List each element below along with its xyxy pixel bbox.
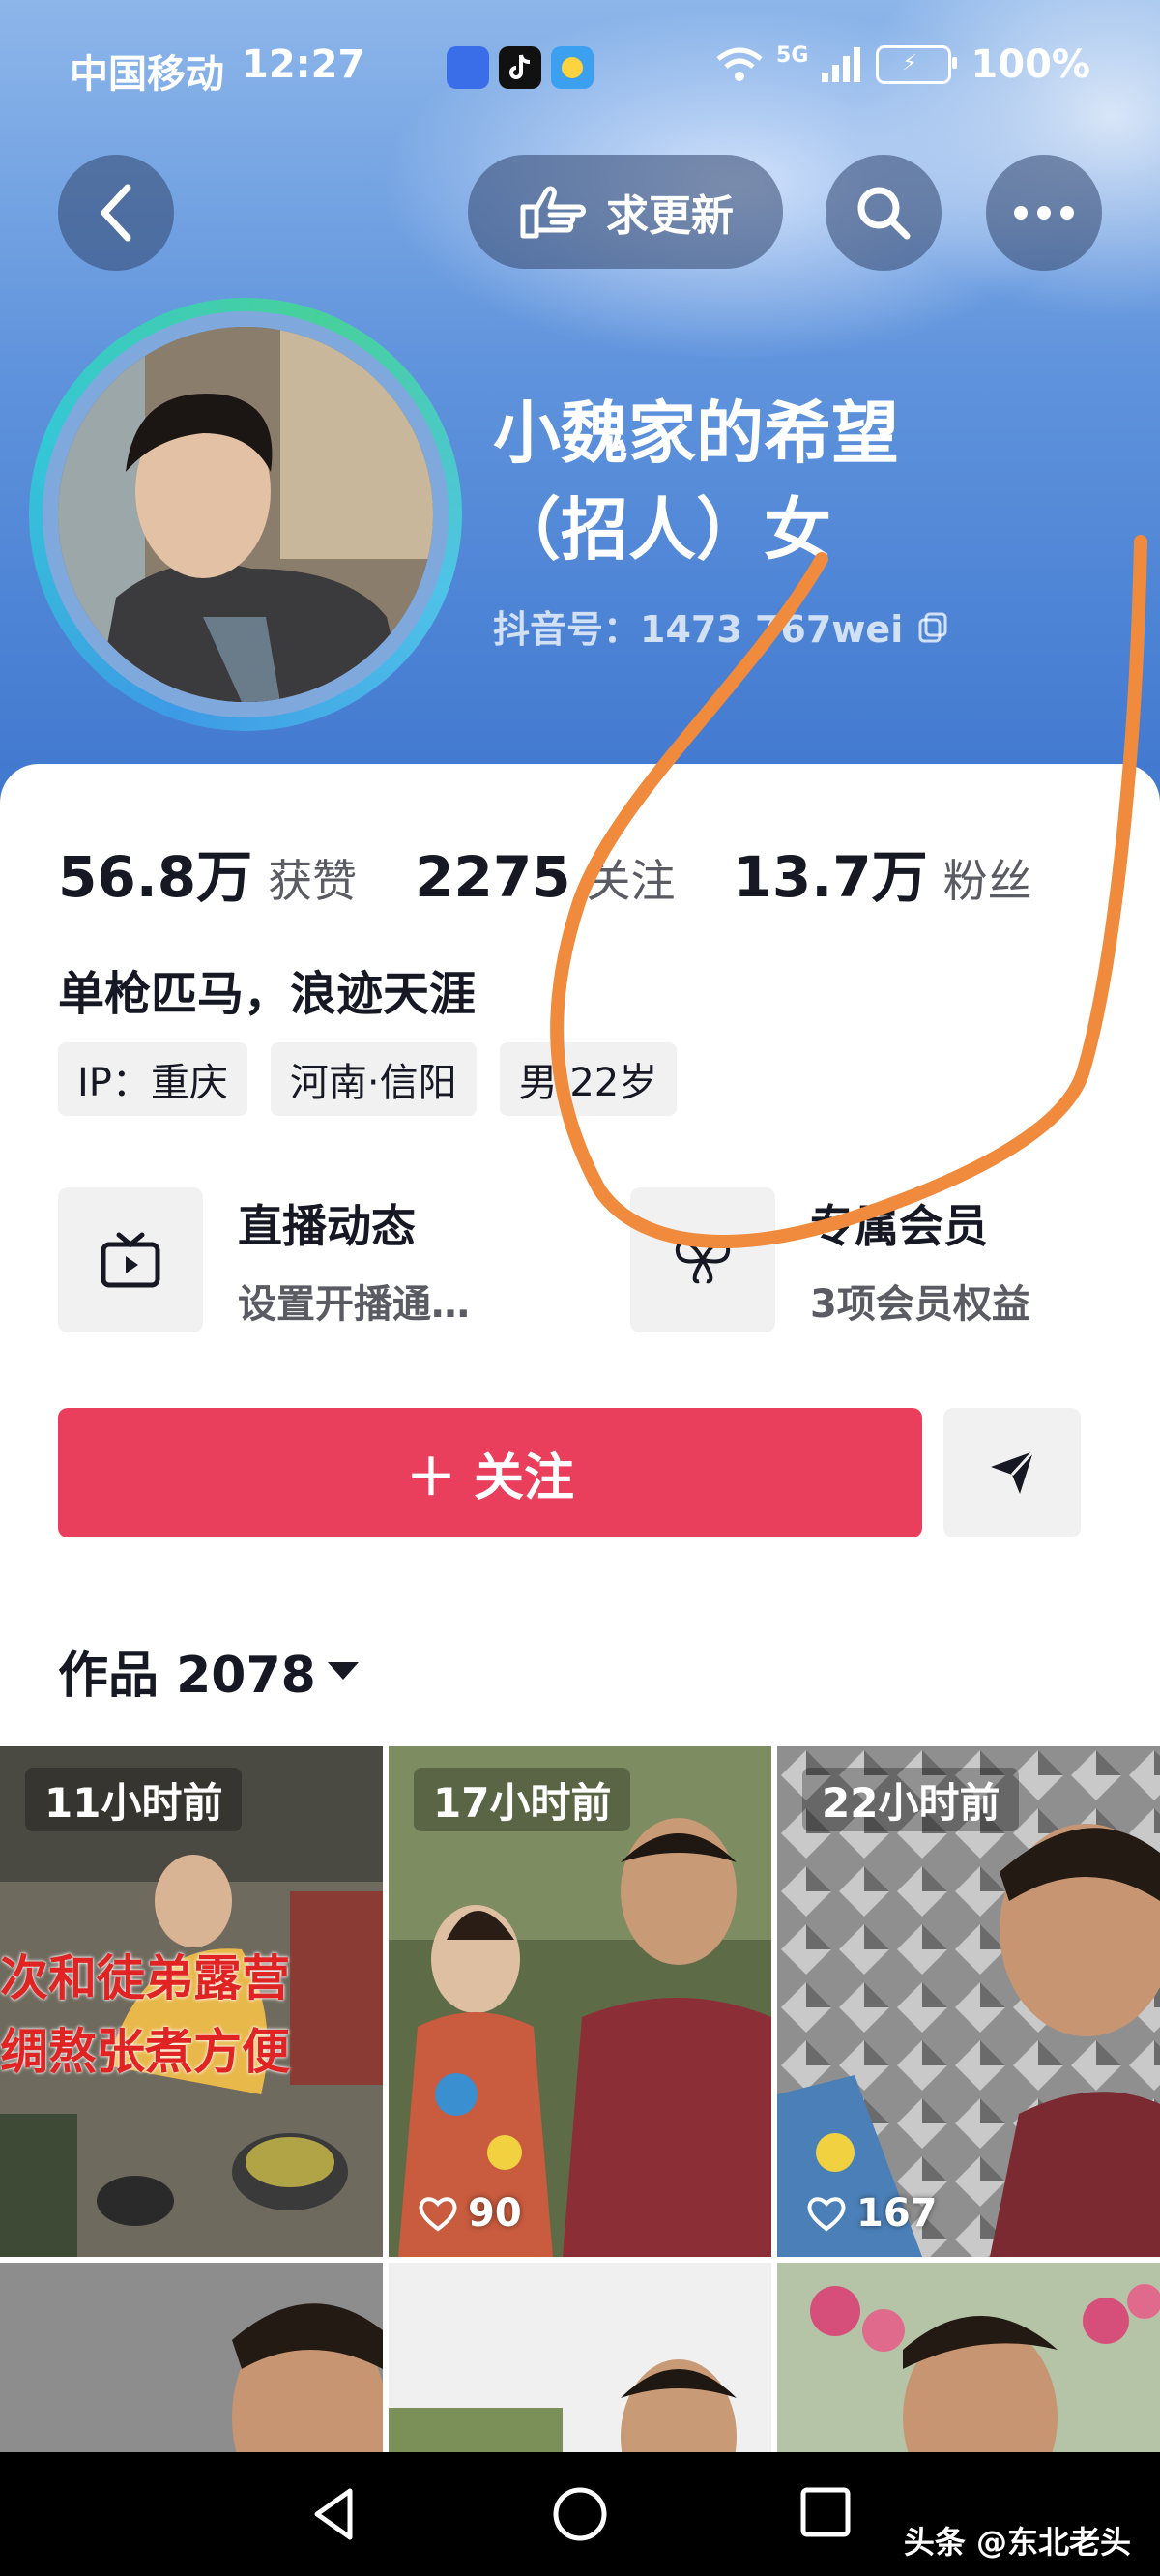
works-label: 作品 2078 — [58, 1647, 316, 1705]
more-icon — [1014, 206, 1074, 220]
video-caption-line2: 绸熬张煮方便 — [0, 2024, 290, 2080]
live-status-subtitle: 设置开播通… — [238, 1282, 470, 1327]
ip-tag: IP：重庆 — [58, 1042, 247, 1116]
pointing-hand-icon — [520, 186, 586, 239]
square-recents-icon[interactable] — [798, 2485, 853, 2539]
douyin-id-text: 抖音号：1473 767wei — [493, 608, 904, 651]
caret-down-icon — [327, 1661, 359, 1680]
video-timestamp: 17小时前 — [414, 1768, 631, 1831]
feature-cards: 直播动态 设置开播通… 专属会员 3项会员权益 — [58, 1187, 1160, 1332]
weather-icon — [551, 46, 594, 89]
video-thumb-1[interactable]: 次和徒弟露营 绸熬张煮方便 11小时前 — [0, 1746, 383, 2257]
follow-button[interactable]: ＋ 关注 — [58, 1408, 922, 1537]
video-thumb-2[interactable]: 17小时前 90 — [389, 1746, 771, 2257]
avatar-photo — [58, 327, 433, 702]
butterfly-icon — [630, 1187, 775, 1332]
request-update-button[interactable]: 求更新 — [468, 155, 783, 269]
status-right: 5G ⚡ 100% — [714, 43, 1090, 87]
video-thumbnail-image — [0, 2263, 383, 2452]
avatar[interactable] — [58, 327, 433, 702]
search-button[interactable] — [826, 155, 942, 271]
wifi-icon — [716, 47, 763, 81]
works-tab[interactable]: 作品 2078 — [58, 1634, 361, 1707]
live-status-title: 直播动态 — [238, 1200, 416, 1252]
video-likes-count: 167 — [856, 2191, 938, 2236]
video-thumb-3[interactable]: 22小时前 167 — [777, 1746, 1160, 2257]
stats-row: 56.8万 获赞 2275 关注 13.7万 粉丝 — [58, 832, 1090, 913]
video-thumb-4[interactable] — [0, 2263, 383, 2452]
chevron-left-icon — [101, 184, 131, 242]
followers-label: 粉丝 — [942, 855, 1032, 907]
following-count[interactable]: 2275 — [415, 844, 570, 910]
followers-count[interactable]: 13.7万 — [734, 832, 928, 913]
membership-title: 专属会员 — [810, 1200, 988, 1252]
request-update-label: 求更新 — [606, 191, 734, 241]
video-thumb-5[interactable] — [389, 2263, 771, 2452]
video-thumb-6[interactable] — [777, 2263, 1160, 2452]
circle-home-icon[interactable] — [551, 2485, 609, 2543]
carrier-label: 中国移动 — [70, 52, 224, 97]
app-market-icon — [447, 46, 489, 89]
douyin-id[interactable]: 抖音号：1473 767wei — [493, 600, 949, 653]
status-bar: 中国移动 12:27 5G ⚡ 100% — [70, 43, 1090, 97]
follow-label: ＋ 关注 — [405, 1449, 575, 1508]
likes-label: 获赞 — [268, 855, 358, 907]
bio: 单枪匹马，浪迹天涯 — [58, 967, 477, 1021]
network-label: 5G — [776, 43, 809, 68]
video-thumbnail-image — [777, 2263, 1160, 2452]
heart-icon — [807, 2197, 846, 2232]
battery-percent: 100% — [971, 43, 1090, 87]
battery-icon: ⚡ — [876, 45, 958, 84]
video-caption-line1: 次和徒弟露营 — [0, 1950, 290, 2006]
watermark: 头条 @东北老头 — [903, 2524, 1131, 2561]
membership-subtitle: 3项会员权益 — [810, 1282, 1030, 1327]
profile-tags: IP：重庆 河南·信阳 男·22岁 — [58, 1042, 678, 1116]
triangle-back-icon[interactable] — [307, 2485, 362, 2543]
video-likes-count: 90 — [468, 2191, 522, 2236]
back-button[interactable] — [58, 155, 174, 271]
more-button[interactable] — [986, 155, 1102, 271]
video-grid: 次和徒弟露营 绸熬张煮方便 11小时前 17小时前 90 22小时前 167 — [0, 1746, 1160, 2452]
signal-icon — [822, 47, 861, 82]
video-likes: 167 — [806, 2191, 938, 2236]
membership-card[interactable]: 专属会员 3项会员权益 — [630, 1187, 1160, 1332]
likes-count[interactable]: 56.8万 — [58, 832, 252, 913]
gender-age-tag: 男·22岁 — [499, 1042, 678, 1116]
heart-icon — [419, 2197, 457, 2232]
video-thumbnail-image — [389, 2263, 771, 2452]
video-timestamp: 22小时前 — [802, 1768, 1020, 1831]
following-label: 关注 — [586, 855, 676, 907]
video-timestamp: 11小时前 — [25, 1768, 243, 1831]
clock: 12:27 — [242, 43, 365, 87]
profile-name: 小魏家的希望 （招人）女 — [493, 385, 1112, 578]
share-button[interactable] — [943, 1408, 1081, 1537]
video-likes: 90 — [418, 2191, 522, 2236]
tv-icon — [58, 1187, 203, 1332]
live-status-card[interactable]: 直播动态 设置开播通… — [58, 1187, 599, 1332]
location-tag: 河南·信阳 — [270, 1042, 477, 1116]
tiktok-icon — [499, 46, 541, 89]
copy-icon — [918, 612, 947, 642]
status-app-icons — [447, 46, 594, 89]
search-icon — [857, 187, 911, 240]
profile-name-line1: 小魏家的希望 — [493, 394, 899, 473]
send-icon — [991, 1449, 1035, 1494]
profile-name-line2: （招人）女 — [493, 490, 831, 570]
